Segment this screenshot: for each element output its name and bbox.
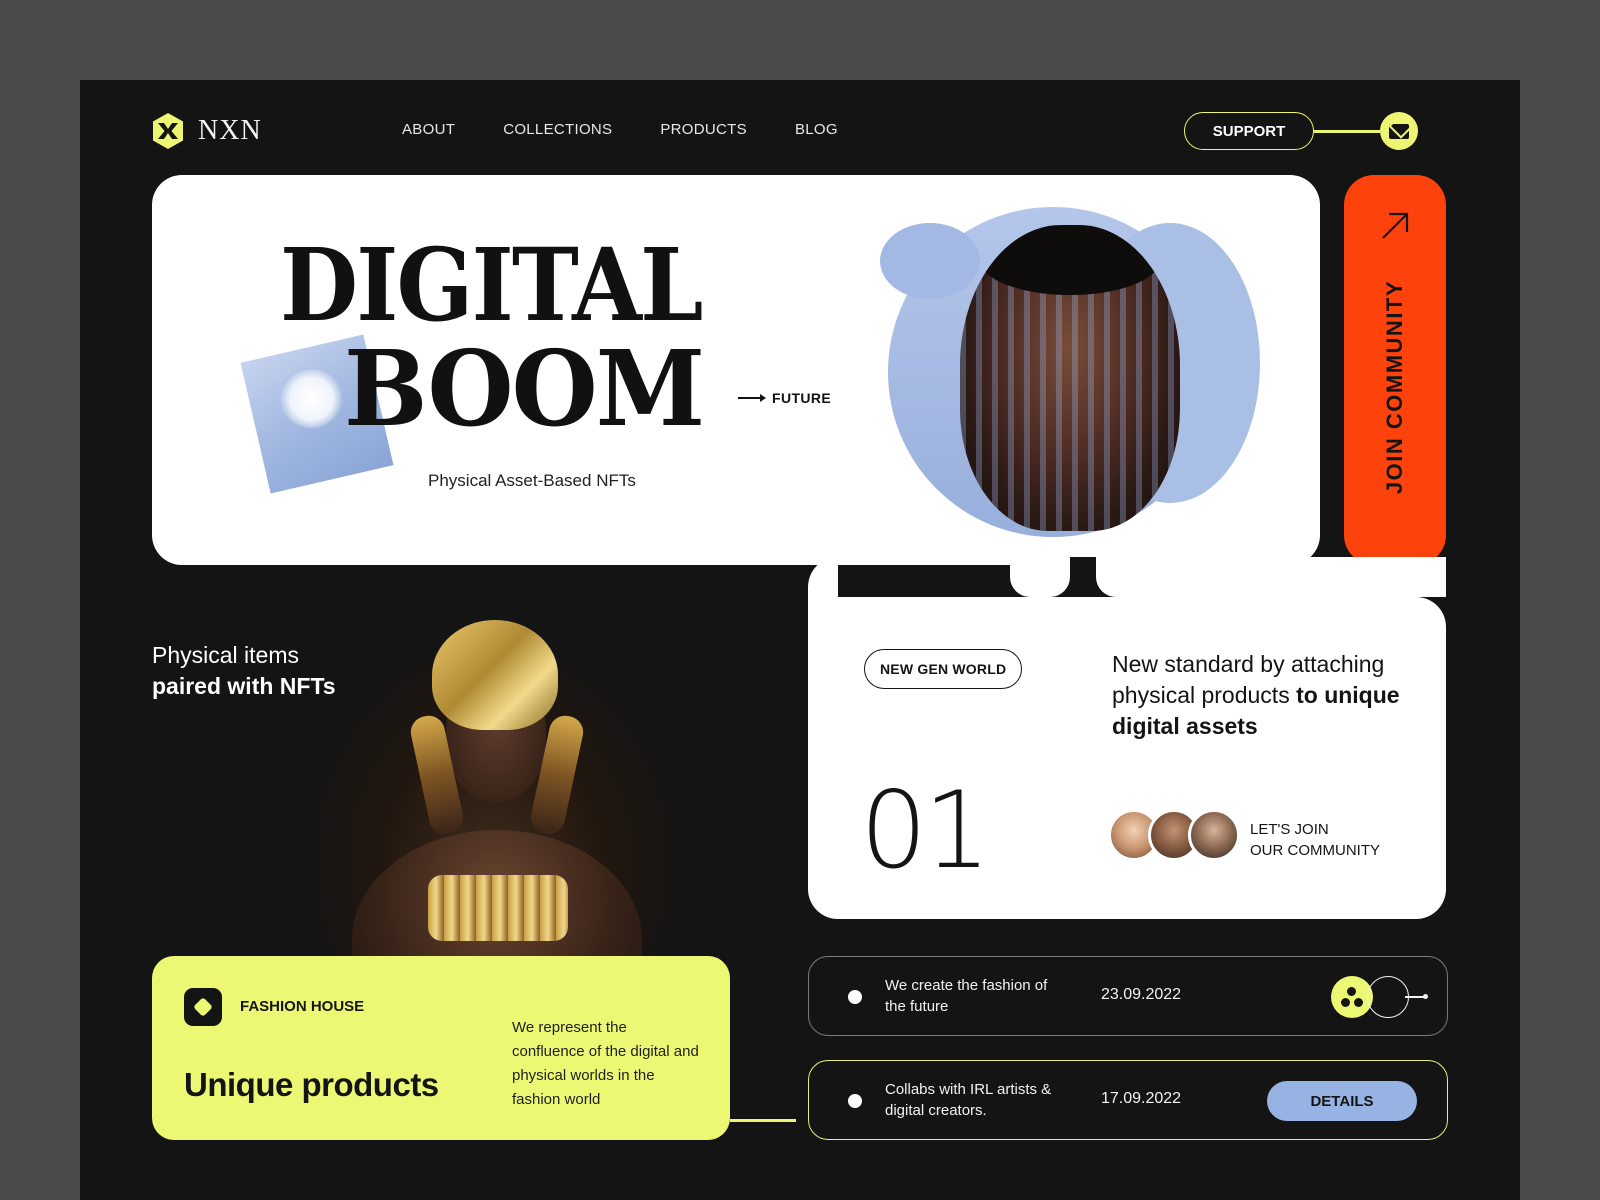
event-date: 23.09.2022: [1101, 986, 1182, 1003]
nav-blog[interactable]: BLOG: [795, 121, 838, 138]
mail-icon: [1389, 123, 1409, 139]
join-community-label: JOIN COMMUNITY: [1382, 279, 1407, 495]
connector-gap: [1070, 557, 1096, 597]
new-gen-world-tag[interactable]: NEW GEN WORLD: [864, 649, 1023, 689]
event-date: 17.09.2022: [1101, 1090, 1182, 1107]
event-text: Collabs with IRL artists & digital creat…: [885, 1081, 1052, 1119]
bullet-dot: [848, 1094, 862, 1108]
hero-title-line2: BOOM: [344, 327, 705, 450]
fashion-house-title: Unique products: [184, 1066, 439, 1103]
fashion-house-description: We represent the confluence of the digit…: [512, 1019, 699, 1108]
fashion-house-icon: [184, 988, 222, 1026]
support-button[interactable]: SUPPORT: [1184, 112, 1314, 150]
future-link[interactable]: FUTURE: [738, 390, 831, 406]
nav-products[interactable]: PRODUCTS: [660, 121, 747, 138]
main-nav: ABOUT COLLECTIONS PRODUCTS BLOG: [402, 121, 838, 138]
mail-button[interactable]: [1380, 112, 1418, 150]
future-label: FUTURE: [772, 390, 832, 406]
hero-subtitle: Physical Asset-Based NFTs: [428, 471, 636, 490]
event-row[interactable]: We create the fashion of the future 23.0…: [808, 956, 1448, 1036]
portrait-face: [960, 225, 1180, 531]
join-line1: LET'S JOIN: [1250, 821, 1329, 838]
join-line2: OUR COMMUNITY: [1250, 842, 1380, 859]
arrow-right-icon: [738, 394, 766, 402]
details-button[interactable]: DETAILS: [1267, 1081, 1417, 1121]
fashion-connector: [730, 1119, 796, 1122]
image-turban: [432, 620, 558, 730]
avatar: [1188, 809, 1240, 861]
hero-title-line1: DIGITAL: [280, 226, 703, 344]
logo-mark-icon: [153, 113, 183, 149]
support-connector: [1314, 130, 1380, 133]
fashion-house-label: FASHION HOUSE: [240, 998, 365, 1015]
page-frame: NXN ABOUT COLLECTIONS PRODUCTS BLOG SUPP…: [80, 80, 1520, 1200]
hero-card: DIGITAL BOOM FUTURE Physical Asset-Based…: [152, 175, 1320, 565]
logo[interactable]: NXN: [152, 112, 262, 150]
join-community-link[interactable]: LET'S JOIN OUR COMMUNITY: [1250, 819, 1380, 861]
circle-icon: [1367, 976, 1409, 1018]
nav-about[interactable]: ABOUT: [402, 121, 455, 138]
card-connector: [1010, 557, 1070, 597]
event-row[interactable]: Collabs with IRL artists & digital creat…: [808, 1060, 1448, 1140]
image-bracelets: [428, 875, 568, 941]
arrow-up-right-icon: [1382, 212, 1409, 239]
join-community-button[interactable]: JOIN COMMUNITY: [1344, 175, 1446, 565]
bullet-dot: [848, 990, 862, 1004]
arrow-tail-icon: [1405, 994, 1428, 999]
fashion-house-card: FASHION HOUSE Unique products We represe…: [152, 956, 730, 1140]
hero-portrait: [880, 203, 1262, 541]
logo-text: NXN: [198, 115, 262, 146]
info-card: NEW GEN WORLD 01 New standard by attachi…: [808, 557, 1446, 919]
event-text: We create the fashion of the future: [885, 977, 1048, 1015]
section-number: 01: [860, 769, 991, 892]
nav-collections[interactable]: COLLECTIONS: [503, 121, 612, 138]
community-avatars[interactable]: [1108, 809, 1240, 861]
standard-text: New standard by attaching physical produ…: [1112, 649, 1412, 742]
card-connector: [1096, 557, 1446, 597]
